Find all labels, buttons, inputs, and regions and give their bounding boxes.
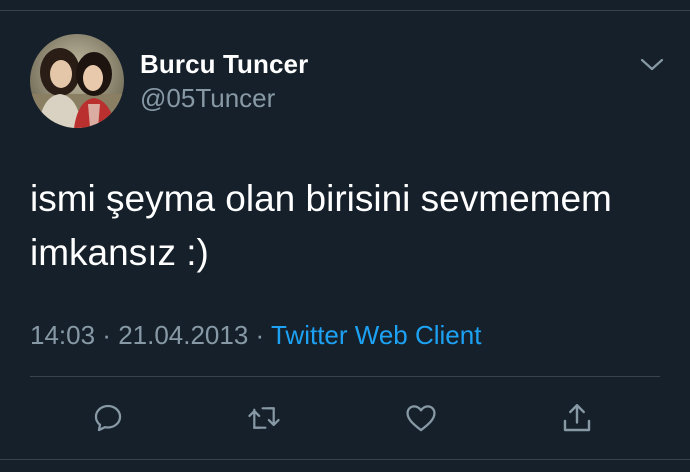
retweet-icon bbox=[248, 407, 280, 429]
tweet-time[interactable]: 14:03 bbox=[30, 320, 95, 350]
bottom-divider bbox=[0, 459, 690, 460]
reply-icon bbox=[94, 404, 122, 432]
avatar[interactable] bbox=[30, 34, 124, 128]
tweet-date[interactable]: 21.04.2013 bbox=[118, 320, 248, 350]
heart-icon bbox=[406, 405, 436, 432]
like-button[interactable] bbox=[403, 400, 439, 436]
top-divider bbox=[0, 10, 690, 11]
meta-divider bbox=[30, 376, 660, 377]
chevron-down-icon[interactable] bbox=[640, 55, 664, 73]
tweet-meta: 14:03 · 21.04.2013 · Twitter Web Client bbox=[30, 320, 481, 351]
meta-separator: · bbox=[248, 320, 271, 350]
meta-separator: · bbox=[95, 320, 119, 350]
tweet-source-link[interactable]: Twitter Web Client bbox=[271, 320, 481, 350]
avatar-photo bbox=[30, 34, 124, 128]
share-icon bbox=[563, 404, 591, 432]
share-button[interactable] bbox=[559, 400, 595, 436]
retweet-button[interactable] bbox=[246, 400, 282, 436]
display-name[interactable]: Burcu Tuncer bbox=[140, 49, 308, 80]
tweet-text: ismi şeyma olan birisini sevmemem imkans… bbox=[30, 178, 612, 273]
user-handle[interactable]: @05Tuncer bbox=[140, 83, 275, 114]
reply-button[interactable] bbox=[90, 400, 126, 436]
